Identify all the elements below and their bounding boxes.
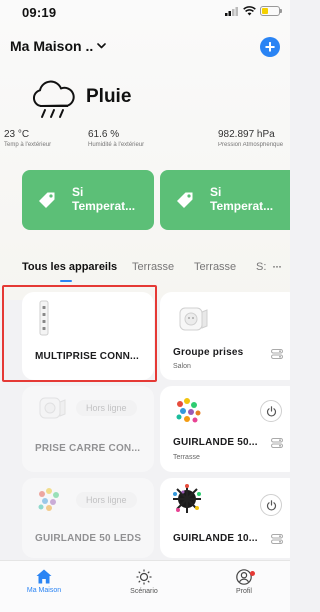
bottom-nav: Ma Maison Scénario Profil [0,560,290,612]
nav-label: Scénario [130,588,158,595]
group-icon [271,534,283,544]
rain-cloud-icon [32,80,75,118]
power-strip-icon [39,300,49,336]
active-tab-indicator [60,280,72,282]
light-string-icon [38,488,59,511]
pressure-label: Pression Atmosphérique [218,142,284,148]
device-card-guirlande-10[interactable]: GUIRLANDE 10... [160,478,290,558]
room-tabs: Tous les appareils Terrasse Terrasse S: … [0,258,290,284]
stat-humidity: 61.6 % Humidité à l'extérieur [88,129,144,148]
status-icons [225,6,282,16]
home-name: Ma Maison .. [10,38,94,54]
power-button[interactable] [260,494,282,516]
tab-terrasse[interactable]: Terrasse [132,261,174,273]
device-name: GUIRLANDE 50... [173,437,258,448]
temperature-value: 23 °C [4,129,30,140]
scene-title: Si Temperat... [72,185,136,213]
power-icon [266,405,276,417]
device-card-prise-carree[interactable]: Hors ligne PRISE CARRÉ CON... [22,386,154,472]
tab-more-button[interactable]: ··· [272,259,282,273]
tag-icon [177,192,193,208]
home-selector[interactable]: Ma Maison .. [10,38,107,54]
weather-condition: Pluie [86,86,132,107]
device-name: PRISE CARRÉ CON... [35,443,141,454]
humidity-value: 61.6 % [88,129,120,140]
sun-icon [136,569,152,585]
status-bar: 09:19 [0,0,290,24]
scene-card[interactable]: Si Temperat... [22,170,154,230]
device-room: Terrasse [173,454,200,461]
group-icon [271,349,283,359]
scene-card[interactable]: Si Temperat... [160,170,290,230]
pressure-value: 982.897 hPa [218,129,275,140]
temperature-label: Temp à l'extérieur [4,142,52,148]
power-icon [266,499,276,511]
tag-icon [39,192,55,208]
home-icon [36,569,52,584]
status-time: 09:19 [22,5,57,20]
battery-icon [260,6,282,16]
light-string-icon [173,484,201,513]
device-name: MULTIPRISE CONN... [35,351,139,362]
device-card-guirlande-50-leds[interactable]: Hors ligne GUIRLANDE 50 LEDS [22,478,154,558]
nav-label: Profil [236,588,252,595]
cellular-signal-icon [225,7,238,16]
nav-scenario[interactable]: Scénario [104,565,184,595]
add-button[interactable]: + [260,37,280,57]
nav-profil[interactable]: Profil [204,565,284,595]
device-card-multiprise[interactable]: MULTIPRISE CONN... [22,292,154,380]
nav-ma-maison[interactable]: Ma Maison [4,565,84,594]
device-name: GUIRLANDE 10... [173,533,258,544]
chevron-down-icon [97,43,107,49]
light-string-icon [176,398,201,423]
group-icon [271,438,283,448]
stat-pressure: 982.897 hPa Pression Atmosphérique [218,129,288,148]
device-card-guirlande-50[interactable]: GUIRLANDE 50... Terrasse [160,386,290,472]
offline-badge: Hors ligne [76,492,137,508]
device-room: Salon [173,363,191,370]
scene-title: Si Temperat... [210,185,274,213]
tab-all-devices[interactable]: Tous les appareils [22,261,117,273]
nav-label: Ma Maison [26,587,62,594]
device-card-groupe-prises[interactable]: Groupe prises Salon [160,292,290,380]
app-screen: 09:19 Ma Maison .. + Pluie 23 °C Temp à … [0,0,290,612]
stat-temperature: 23 °C Temp à l'extérieur [4,129,51,148]
smart-plug-icon [39,397,66,419]
device-name: GUIRLANDE 50 LEDS [35,533,142,544]
device-name: Groupe prises [173,347,244,358]
notification-dot [250,571,255,576]
power-button[interactable] [260,400,282,422]
tab-terrasse-2[interactable]: Terrasse [194,261,236,273]
tab-partial[interactable]: S: [256,261,268,273]
humidity-label: Humidité à l'extérieur [88,142,145,148]
wifi-icon [243,6,256,16]
smart-plug-icon [179,307,208,331]
offline-badge: Hors ligne [76,400,137,416]
